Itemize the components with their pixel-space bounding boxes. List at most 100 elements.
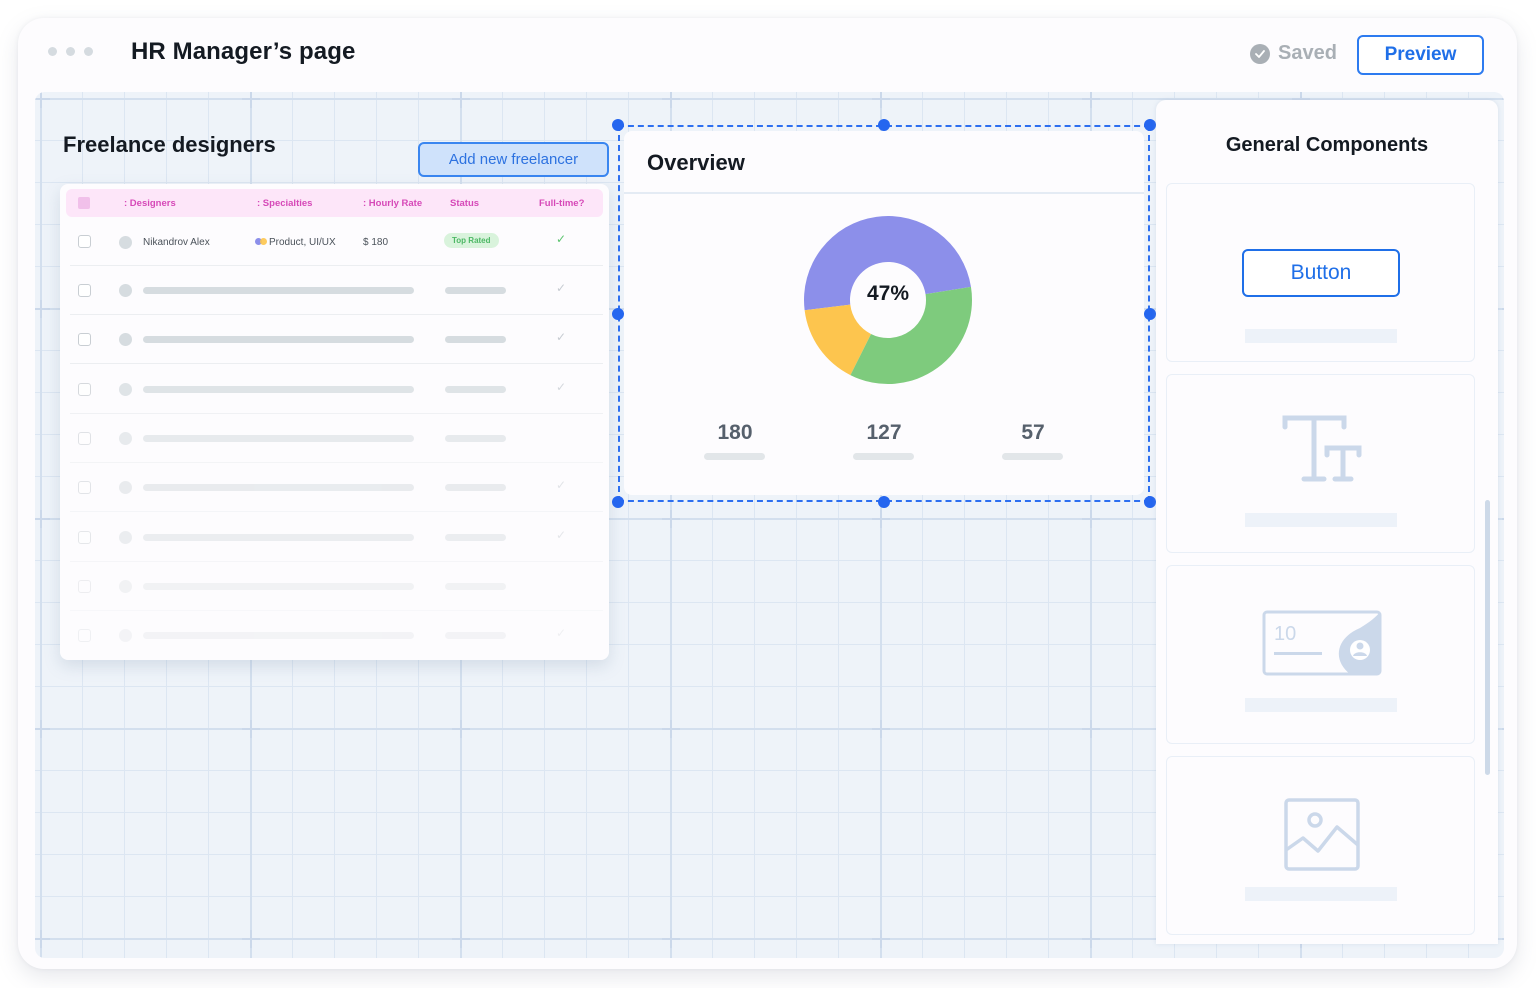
selection-box[interactable] [618, 125, 1150, 502]
table-row-placeholder[interactable]: ✓ [70, 611, 603, 660]
avatar [119, 629, 132, 643]
name-placeholder [143, 533, 414, 541]
grid-plus-marker [35, 300, 50, 318]
grid-plus-marker [35, 720, 50, 738]
grid-plus-marker [452, 720, 470, 738]
table-header: : Designers : Specialties : Hourly Rate … [66, 189, 603, 217]
grid-plus-marker [872, 930, 890, 948]
name-placeholder [143, 582, 414, 590]
row-checkbox[interactable] [78, 629, 91, 643]
stat-card-number: 10 [1274, 623, 1296, 645]
component-label-placeholder [1245, 329, 1397, 343]
component-label-placeholder [1245, 887, 1397, 901]
resize-handle-bottom[interactable] [878, 496, 890, 508]
column-specialties[interactable]: : Specialties [257, 198, 312, 209]
grid-plus-marker [452, 92, 470, 108]
name-placeholder [143, 632, 414, 640]
status-placeholder [445, 336, 506, 344]
resize-handle-left[interactable] [612, 308, 624, 320]
resize-handle-top-left[interactable] [612, 119, 624, 131]
grid-plus-marker [1502, 300, 1504, 318]
specialty-dots-icon [255, 238, 268, 245]
row-checkbox[interactable] [78, 235, 91, 248]
row-checkbox[interactable] [78, 530, 91, 544]
row-checkbox[interactable] [78, 481, 91, 495]
name-placeholder [143, 484, 414, 492]
grid-plus-marker [1082, 92, 1100, 108]
check-icon: ✓ [556, 478, 567, 493]
saved-label: Saved [1278, 42, 1337, 64]
grid-plus-marker [242, 930, 260, 948]
column-full-time[interactable]: Full-time? [539, 198, 584, 209]
name-placeholder [143, 385, 414, 393]
row-checkbox[interactable] [78, 382, 91, 396]
text-size-icon [1282, 415, 1362, 482]
window-dot-icon[interactable] [66, 47, 75, 56]
select-all-checkbox[interactable] [78, 197, 90, 209]
table-row-placeholder[interactable] [70, 414, 603, 463]
row-checkbox[interactable] [78, 579, 91, 593]
table-row-placeholder[interactable]: ✓ [70, 463, 603, 513]
grid-plus-marker [1502, 510, 1504, 528]
window-dot-icon[interactable] [48, 47, 57, 56]
status-placeholder [445, 287, 506, 294]
resize-handle-bottom-right[interactable] [1144, 496, 1156, 508]
component-card-button[interactable]: Button [1166, 183, 1475, 362]
components-title: General Components [1225, 134, 1429, 156]
table-row-placeholder[interactable]: ✓ [70, 365, 603, 414]
freelancers-table: : Designers : Specialties : Hourly Rate … [60, 184, 609, 660]
grid-plus-marker [1082, 930, 1100, 948]
column-status[interactable]: Status [450, 198, 479, 209]
add-freelancer-button[interactable]: Add new freelancer [418, 142, 609, 177]
resize-handle-bottom-left[interactable] [612, 496, 624, 508]
check-icon: ✓ [556, 330, 567, 345]
name-placeholder [143, 434, 414, 442]
component-card-text[interactable] [1166, 374, 1475, 553]
row-checkbox[interactable] [78, 284, 91, 297]
resize-handle-right[interactable] [1144, 308, 1156, 320]
component-label-placeholder [1245, 513, 1397, 527]
column-designers[interactable]: : Designers [124, 198, 176, 209]
status-badge: Top Rated [444, 233, 499, 248]
window-dot-icon[interactable] [84, 47, 93, 56]
grid-plus-marker [35, 930, 50, 948]
grid-plus-marker [1502, 720, 1504, 738]
resize-handle-top[interactable] [878, 119, 890, 131]
grid-plus-marker [872, 92, 890, 108]
name-placeholder [143, 287, 414, 294]
component-card-image[interactable] [1166, 756, 1475, 935]
table-row-placeholder[interactable]: ✓ [70, 513, 603, 562]
button-component-preview[interactable]: Button [1242, 249, 1400, 297]
avatar [119, 333, 132, 347]
full-time-check-icon: ✓ [556, 232, 567, 246]
status-placeholder [445, 582, 506, 590]
column-hourly-rate[interactable]: : Hourly Rate [363, 198, 422, 209]
check-icon: ✓ [556, 281, 567, 295]
grid-plus-marker [35, 510, 50, 528]
table-row[interactable]: Nikandrov Alex Product, UI/UX $ 180 Top … [70, 217, 603, 266]
status-placeholder [445, 434, 506, 442]
row-checkbox[interactable] [78, 431, 91, 445]
status-placeholder [445, 533, 506, 541]
grid-plus-marker [35, 92, 50, 108]
row-checkbox[interactable] [78, 333, 91, 347]
avatar [119, 431, 132, 445]
grid-plus-marker [1502, 930, 1504, 948]
table-row-placeholder[interactable]: ✓ [70, 315, 603, 365]
table-row-placeholder[interactable] [70, 562, 603, 611]
resize-handle-top-right[interactable] [1144, 119, 1156, 131]
status-placeholder [445, 385, 506, 393]
grid-plus-marker [452, 930, 470, 948]
avatar [119, 236, 132, 249]
component-card-stat[interactable]: 10 [1166, 565, 1475, 744]
grid-plus-marker [242, 92, 260, 108]
window-controls[interactable] [48, 47, 93, 56]
grid-plus-marker [662, 930, 680, 948]
grid-plus-marker [662, 510, 680, 528]
avatar [119, 284, 132, 297]
avatar [119, 481, 132, 495]
table-row-placeholder[interactable]: ✓ [70, 266, 603, 315]
components-scrollbar[interactable] [1485, 500, 1490, 775]
preview-button[interactable]: Preview [1357, 35, 1484, 75]
hourly-rate: $ 180 [363, 237, 389, 248]
